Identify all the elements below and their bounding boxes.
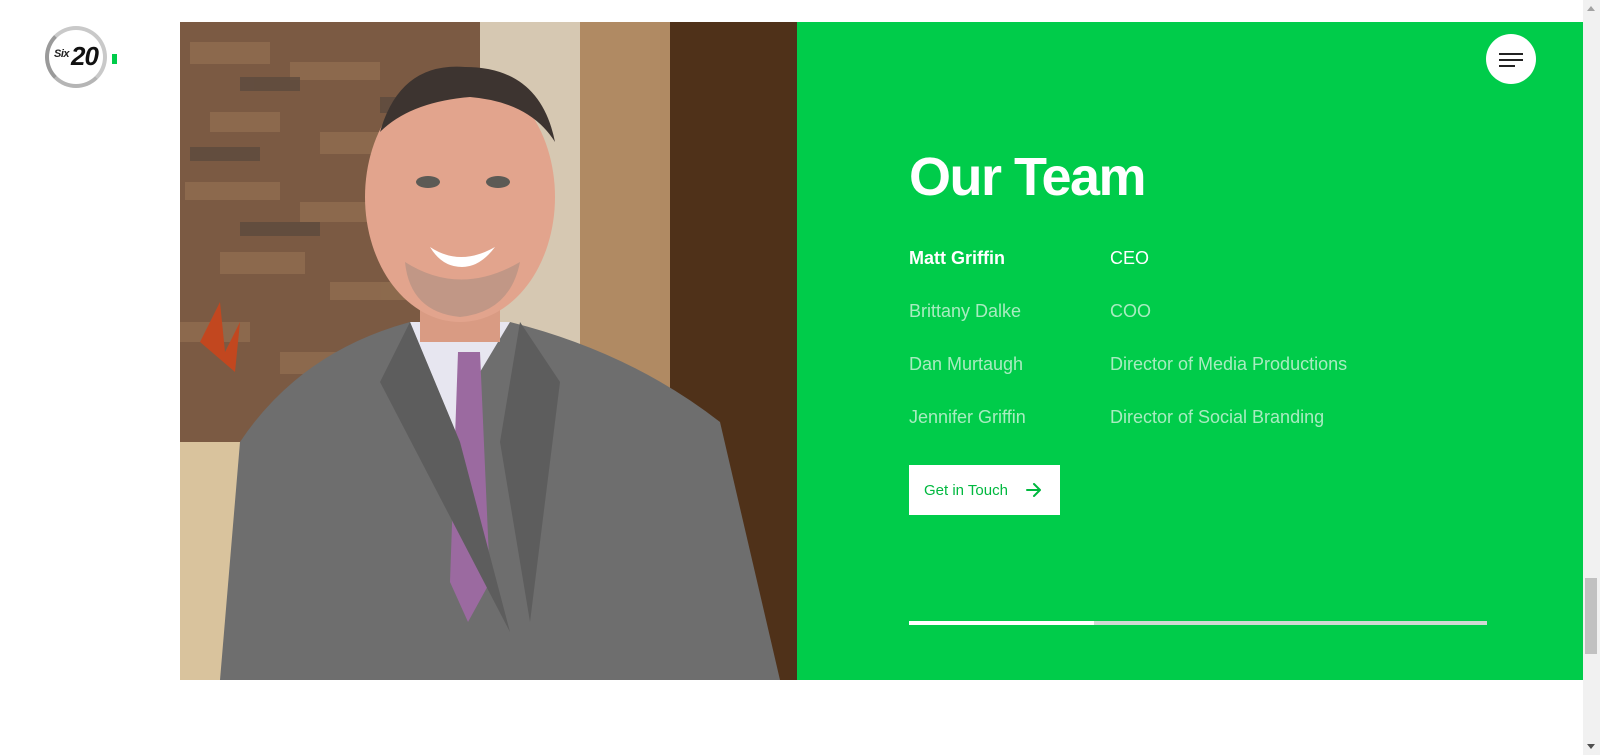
site-logo[interactable]: Six 20 — [45, 26, 121, 92]
vertical-scrollbar[interactable] — [1583, 0, 1600, 755]
member-role: CEO — [1110, 248, 1150, 268]
scroll-down-arrow-icon[interactable] — [1587, 744, 1595, 749]
scroll-up-arrow-icon[interactable] — [1587, 6, 1595, 11]
slider-progress-fill — [909, 621, 1094, 625]
member-role: COO — [1110, 301, 1152, 321]
page-title: Our Team — [909, 147, 1147, 207]
portrait-illustration — [180, 22, 797, 680]
arrow-right-icon — [1025, 483, 1042, 497]
team-member-photo — [180, 22, 797, 680]
scrollbar-thumb[interactable] — [1585, 578, 1597, 654]
logo-number: 20 — [71, 41, 99, 71]
member-name: Jennifer Griffin — [909, 407, 1026, 427]
logo-prefix: Six — [54, 48, 70, 60]
member-name: Matt Griffin — [909, 248, 1005, 268]
get-in-touch-button[interactable]: Get in Touch — [909, 465, 1060, 515]
hamburger-menu-icon — [1499, 53, 1523, 55]
cta-label: Get in Touch — [924, 481, 1008, 499]
member-name: Brittany Dalke — [909, 301, 1022, 321]
menu-button[interactable] — [1486, 34, 1536, 84]
member-name: Dan Murtaugh — [909, 354, 1024, 374]
slider-progress-track — [909, 621, 1487, 625]
member-role: Director of Social Branding — [1110, 407, 1325, 427]
team-panel: Our Team Matt Griffin CEO Brittany Dalke… — [797, 22, 1584, 680]
logo-accent — [112, 54, 117, 64]
member-role: Director of Media Productions — [1110, 354, 1348, 374]
